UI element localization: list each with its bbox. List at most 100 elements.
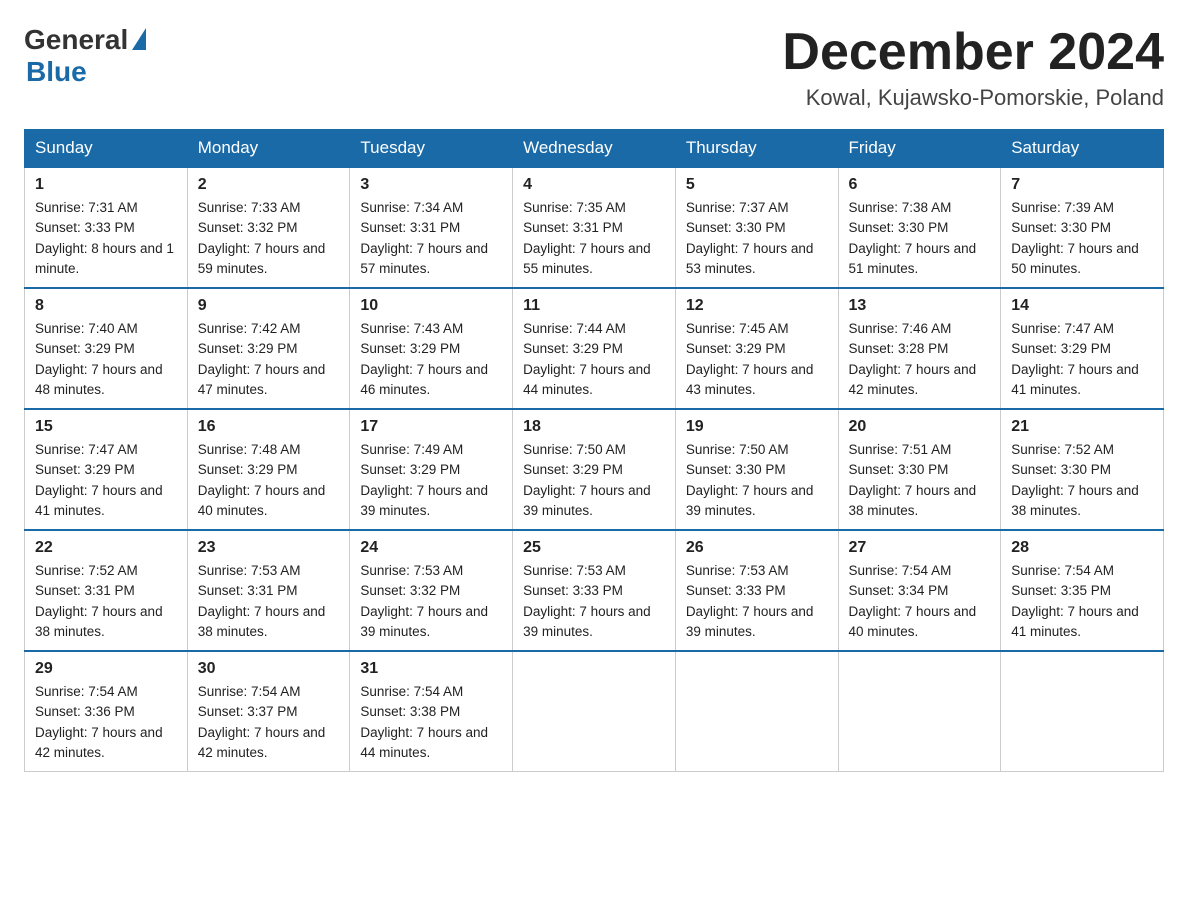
calendar-cell: 6 Sunrise: 7:38 AM Sunset: 3:30 PM Dayli…	[838, 167, 1001, 288]
weekday-header-friday: Friday	[838, 130, 1001, 168]
day-number: 21	[1011, 418, 1153, 436]
calendar-cell: 18 Sunrise: 7:50 AM Sunset: 3:29 PM Dayl…	[513, 409, 676, 530]
logo-general-text: General	[24, 24, 128, 56]
calendar-cell: 31 Sunrise: 7:54 AM Sunset: 3:38 PM Dayl…	[350, 651, 513, 772]
calendar-cell: 30 Sunrise: 7:54 AM Sunset: 3:37 PM Dayl…	[187, 651, 350, 772]
day-info: Sunrise: 7:52 AM Sunset: 3:30 PM Dayligh…	[1011, 440, 1153, 521]
weekday-header-wednesday: Wednesday	[513, 130, 676, 168]
calendar-cell: 12 Sunrise: 7:45 AM Sunset: 3:29 PM Dayl…	[675, 288, 838, 409]
day-info: Sunrise: 7:33 AM Sunset: 3:32 PM Dayligh…	[198, 198, 340, 279]
calendar-cell: 23 Sunrise: 7:53 AM Sunset: 3:31 PM Dayl…	[187, 530, 350, 651]
day-number: 19	[686, 418, 828, 436]
day-info: Sunrise: 7:53 AM Sunset: 3:33 PM Dayligh…	[523, 561, 665, 642]
day-info: Sunrise: 7:40 AM Sunset: 3:29 PM Dayligh…	[35, 319, 177, 400]
day-number: 31	[360, 660, 502, 678]
day-number: 11	[523, 297, 665, 315]
day-number: 2	[198, 176, 340, 194]
calendar-cell: 25 Sunrise: 7:53 AM Sunset: 3:33 PM Dayl…	[513, 530, 676, 651]
day-number: 22	[35, 539, 177, 557]
day-number: 10	[360, 297, 502, 315]
week-row-3: 15 Sunrise: 7:47 AM Sunset: 3:29 PM Dayl…	[25, 409, 1164, 530]
day-number: 4	[523, 176, 665, 194]
day-info: Sunrise: 7:46 AM Sunset: 3:28 PM Dayligh…	[849, 319, 991, 400]
calendar-cell: 29 Sunrise: 7:54 AM Sunset: 3:36 PM Dayl…	[25, 651, 188, 772]
location-subtitle: Kowal, Kujawsko-Pomorskie, Poland	[782, 85, 1164, 111]
day-info: Sunrise: 7:54 AM Sunset: 3:38 PM Dayligh…	[360, 682, 502, 763]
day-number: 13	[849, 297, 991, 315]
title-section: December 2024 Kowal, Kujawsko-Pomorskie,…	[782, 24, 1164, 111]
day-number: 27	[849, 539, 991, 557]
month-title: December 2024	[782, 24, 1164, 81]
week-row-5: 29 Sunrise: 7:54 AM Sunset: 3:36 PM Dayl…	[25, 651, 1164, 772]
day-number: 28	[1011, 539, 1153, 557]
day-info: Sunrise: 7:54 AM Sunset: 3:35 PM Dayligh…	[1011, 561, 1153, 642]
day-number: 23	[198, 539, 340, 557]
days-of-week-row: SundayMondayTuesdayWednesdayThursdayFrid…	[25, 130, 1164, 168]
day-info: Sunrise: 7:39 AM Sunset: 3:30 PM Dayligh…	[1011, 198, 1153, 279]
calendar-cell: 9 Sunrise: 7:42 AM Sunset: 3:29 PM Dayli…	[187, 288, 350, 409]
calendar-cell: 3 Sunrise: 7:34 AM Sunset: 3:31 PM Dayli…	[350, 167, 513, 288]
calendar-cell: 13 Sunrise: 7:46 AM Sunset: 3:28 PM Dayl…	[838, 288, 1001, 409]
day-number: 8	[35, 297, 177, 315]
weekday-header-monday: Monday	[187, 130, 350, 168]
day-info: Sunrise: 7:38 AM Sunset: 3:30 PM Dayligh…	[849, 198, 991, 279]
calendar-cell: 1 Sunrise: 7:31 AM Sunset: 3:33 PM Dayli…	[25, 167, 188, 288]
day-info: Sunrise: 7:34 AM Sunset: 3:31 PM Dayligh…	[360, 198, 502, 279]
day-info: Sunrise: 7:37 AM Sunset: 3:30 PM Dayligh…	[686, 198, 828, 279]
week-row-2: 8 Sunrise: 7:40 AM Sunset: 3:29 PM Dayli…	[25, 288, 1164, 409]
calendar-cell: 28 Sunrise: 7:54 AM Sunset: 3:35 PM Dayl…	[1001, 530, 1164, 651]
weekday-header-tuesday: Tuesday	[350, 130, 513, 168]
day-number: 25	[523, 539, 665, 557]
day-info: Sunrise: 7:45 AM Sunset: 3:29 PM Dayligh…	[686, 319, 828, 400]
calendar-cell: 8 Sunrise: 7:40 AM Sunset: 3:29 PM Dayli…	[25, 288, 188, 409]
day-number: 12	[686, 297, 828, 315]
day-info: Sunrise: 7:47 AM Sunset: 3:29 PM Dayligh…	[1011, 319, 1153, 400]
day-info: Sunrise: 7:53 AM Sunset: 3:33 PM Dayligh…	[686, 561, 828, 642]
day-info: Sunrise: 7:44 AM Sunset: 3:29 PM Dayligh…	[523, 319, 665, 400]
weekday-header-saturday: Saturday	[1001, 130, 1164, 168]
calendar-cell: 2 Sunrise: 7:33 AM Sunset: 3:32 PM Dayli…	[187, 167, 350, 288]
calendar-cell: 4 Sunrise: 7:35 AM Sunset: 3:31 PM Dayli…	[513, 167, 676, 288]
calendar-cell: 16 Sunrise: 7:48 AM Sunset: 3:29 PM Dayl…	[187, 409, 350, 530]
page-header: General Blue December 2024 Kowal, Kujaws…	[24, 24, 1164, 111]
calendar-cell: 27 Sunrise: 7:54 AM Sunset: 3:34 PM Dayl…	[838, 530, 1001, 651]
day-number: 24	[360, 539, 502, 557]
day-number: 7	[1011, 176, 1153, 194]
day-info: Sunrise: 7:43 AM Sunset: 3:29 PM Dayligh…	[360, 319, 502, 400]
day-info: Sunrise: 7:47 AM Sunset: 3:29 PM Dayligh…	[35, 440, 177, 521]
calendar-cell: 14 Sunrise: 7:47 AM Sunset: 3:29 PM Dayl…	[1001, 288, 1164, 409]
day-number: 16	[198, 418, 340, 436]
calendar-cell: 15 Sunrise: 7:47 AM Sunset: 3:29 PM Dayl…	[25, 409, 188, 530]
day-info: Sunrise: 7:42 AM Sunset: 3:29 PM Dayligh…	[198, 319, 340, 400]
calendar-cell: 24 Sunrise: 7:53 AM Sunset: 3:32 PM Dayl…	[350, 530, 513, 651]
day-info: Sunrise: 7:53 AM Sunset: 3:31 PM Dayligh…	[198, 561, 340, 642]
weekday-header-sunday: Sunday	[25, 130, 188, 168]
calendar-cell	[513, 651, 676, 772]
day-number: 1	[35, 176, 177, 194]
day-number: 6	[849, 176, 991, 194]
calendar-cell	[675, 651, 838, 772]
calendar-cell: 11 Sunrise: 7:44 AM Sunset: 3:29 PM Dayl…	[513, 288, 676, 409]
day-number: 9	[198, 297, 340, 315]
day-info: Sunrise: 7:52 AM Sunset: 3:31 PM Dayligh…	[35, 561, 177, 642]
day-number: 14	[1011, 297, 1153, 315]
day-info: Sunrise: 7:54 AM Sunset: 3:34 PM Dayligh…	[849, 561, 991, 642]
day-number: 18	[523, 418, 665, 436]
calendar-cell: 5 Sunrise: 7:37 AM Sunset: 3:30 PM Dayli…	[675, 167, 838, 288]
calendar-cell: 17 Sunrise: 7:49 AM Sunset: 3:29 PM Dayl…	[350, 409, 513, 530]
day-info: Sunrise: 7:48 AM Sunset: 3:29 PM Dayligh…	[198, 440, 340, 521]
weekday-header-thursday: Thursday	[675, 130, 838, 168]
day-info: Sunrise: 7:49 AM Sunset: 3:29 PM Dayligh…	[360, 440, 502, 521]
day-info: Sunrise: 7:50 AM Sunset: 3:29 PM Dayligh…	[523, 440, 665, 521]
day-info: Sunrise: 7:35 AM Sunset: 3:31 PM Dayligh…	[523, 198, 665, 279]
calendar-cell: 7 Sunrise: 7:39 AM Sunset: 3:30 PM Dayli…	[1001, 167, 1164, 288]
day-number: 30	[198, 660, 340, 678]
calendar-cell: 26 Sunrise: 7:53 AM Sunset: 3:33 PM Dayl…	[675, 530, 838, 651]
day-number: 29	[35, 660, 177, 678]
calendar-cell: 20 Sunrise: 7:51 AM Sunset: 3:30 PM Dayl…	[838, 409, 1001, 530]
calendar-cell	[838, 651, 1001, 772]
logo-triangle-icon	[132, 28, 146, 50]
calendar-cell: 21 Sunrise: 7:52 AM Sunset: 3:30 PM Dayl…	[1001, 409, 1164, 530]
day-info: Sunrise: 7:53 AM Sunset: 3:32 PM Dayligh…	[360, 561, 502, 642]
calendar-cell: 19 Sunrise: 7:50 AM Sunset: 3:30 PM Dayl…	[675, 409, 838, 530]
